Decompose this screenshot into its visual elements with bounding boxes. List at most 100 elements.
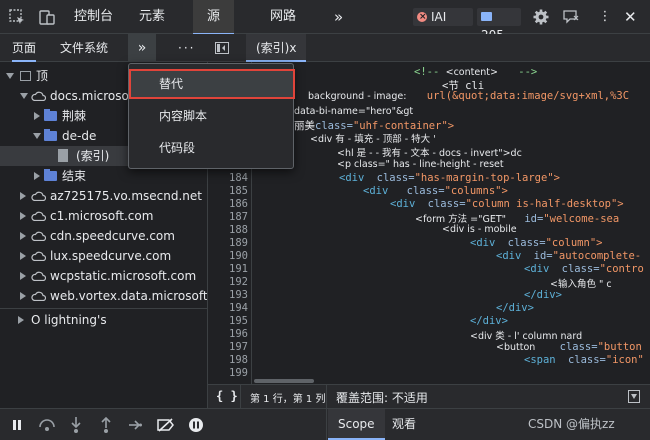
tree-label: az725175.vo.msecnd.net — [50, 189, 202, 203]
collapse-arrow-icon[interactable] — [20, 212, 26, 220]
code-line: <div class="contro — [524, 263, 644, 275]
tab-network[interactable]: 网路 — [270, 0, 296, 34]
file-tab-index[interactable]: (索引)x — [246, 34, 307, 62]
issues-badge[interactable]: IAI — [413, 8, 473, 26]
line-number: 187 — [229, 211, 248, 223]
cloud-icon — [31, 231, 46, 241]
code-line: <hl 是 - - 我有 - 文本 - docs - invert">dc — [337, 148, 522, 159]
expand-arrow-icon[interactable] — [6, 73, 14, 79]
code-line: <div class="column is-half-desktop"> — [390, 198, 624, 210]
step-over-icon[interactable] — [38, 418, 56, 432]
tree-item-domain[interactable]: web.vortex.data.microsoft.co — [0, 286, 207, 306]
tree-item-lightning[interactable]: O lightning's — [0, 310, 207, 330]
pause-icon[interactable] — [12, 420, 22, 430]
toggle-navigator-icon[interactable] — [215, 42, 229, 54]
collapse-arrow-icon[interactable] — [34, 112, 40, 120]
settings-gear-icon[interactable] — [532, 8, 550, 26]
tab-sources[interactable]: 源 — [193, 0, 235, 35]
collapse-arrow-icon[interactable] — [20, 252, 26, 260]
line-number: 189 — [229, 237, 248, 249]
collapse-arrow-icon[interactable] — [18, 316, 24, 324]
menu-item-snippets[interactable]: 代码段 — [129, 133, 295, 163]
navigator-menu-icon[interactable]: ··· — [178, 34, 195, 62]
menu-item-content-scripts[interactable]: 内容脚本 — [129, 101, 295, 131]
messages-badge[interactable]: 205 — [477, 8, 521, 42]
code-line: <!-- <content> --> — [414, 66, 538, 78]
watermark-text: CSDN @偏执zz — [528, 417, 615, 431]
coverage-status: 覆盖范围: 不适用 — [336, 391, 428, 405]
deactivate-breakpoints-icon[interactable] — [156, 418, 176, 432]
frame-icon — [20, 71, 31, 81]
tab-watch[interactable]: 观看 — [392, 409, 416, 440]
code-line: <div 有 - 填充 - 顶部 - 特大 ' — [310, 134, 436, 145]
expand-arrow-icon[interactable] — [20, 93, 28, 99]
line-number: 192 — [229, 276, 248, 288]
tree-item-domain[interactable]: wcpstatic.microsoft.com — [0, 266, 207, 286]
collapse-arrow-icon[interactable] — [20, 292, 26, 300]
tab-elements[interactable]: 元素 — [139, 0, 165, 34]
line-number: 199 — [229, 367, 248, 379]
tree-label: c1.microsoft.com — [50, 209, 154, 223]
error-icon — [417, 8, 427, 26]
file-tab-close[interactable]: x — [289, 41, 296, 55]
drawer-toggle-icon[interactable] — [628, 390, 640, 403]
tree-item-domain[interactable]: cdn.speedcurve.com — [0, 226, 207, 246]
tree-label: docs.microsof — [50, 89, 134, 103]
line-number: 194 — [229, 302, 248, 314]
editor-status-bar: { } 第 1 行，第 1 列 覆盖范围: 不适用 — [208, 384, 650, 408]
more-options-icon[interactable]: ⋮ — [596, 0, 614, 34]
tree-label: de-de — [62, 129, 97, 143]
tree-item-domain[interactable]: az725175.vo.msecnd.net — [0, 186, 207, 206]
tab-page[interactable]: 页面 — [12, 34, 37, 62]
tree-item-folder-end[interactable]: 结束 — [0, 166, 207, 186]
menu-item-overrides[interactable]: 替代 — [129, 69, 295, 99]
folder-icon — [44, 109, 57, 121]
step-into-icon[interactable] — [70, 417, 82, 433]
tree-label: 荆棘 — [62, 109, 87, 123]
line-number: 196 — [229, 328, 248, 340]
pretty-print-button[interactable]: { } — [216, 389, 238, 403]
line-number: 184 — [229, 172, 248, 184]
step-icon[interactable] — [128, 418, 142, 432]
code-line: <div is - mobile — [442, 224, 517, 235]
step-out-icon[interactable] — [100, 417, 112, 433]
tree-label: lux.speedcurve.com — [50, 249, 172, 263]
code-line: <div class="has-margin-top-large"> — [339, 172, 560, 184]
issues-label: IAI — [431, 10, 447, 24]
tab-scope[interactable]: Scope — [328, 409, 385, 440]
scrollbar-thumb[interactable] — [254, 379, 314, 383]
expand-arrow-icon[interactable] — [33, 133, 41, 139]
collapse-arrow-icon[interactable] — [34, 172, 40, 180]
code-line: <button class="button — [496, 341, 642, 353]
line-number: 186 — [229, 198, 248, 210]
feedback-icon[interactable] — [562, 8, 580, 26]
line-number: 193 — [229, 289, 248, 301]
tab-filesystem[interactable]: 文件系统 — [60, 34, 108, 62]
cloud-icon — [31, 291, 46, 301]
collapse-arrow-icon[interactable] — [20, 272, 26, 280]
more-panes-button[interactable]: » — [128, 34, 156, 62]
device-toolbar-icon[interactable] — [38, 8, 56, 26]
line-number: 195 — [229, 315, 248, 327]
tree-label: O lightning's — [31, 313, 107, 327]
code-line: <form 方法 ="GET" id="welcome-sea — [415, 213, 620, 225]
file-tab-label: (索引) — [256, 41, 290, 55]
line-number: 190 — [229, 250, 248, 262]
tree-item-domain[interactable]: c1.microsoft.com — [0, 206, 207, 226]
cloud-icon — [31, 191, 46, 201]
collapse-arrow-icon[interactable] — [20, 232, 26, 240]
tab-console[interactable]: 控制台 — [74, 0, 113, 34]
collapse-arrow-icon[interactable] — [20, 192, 26, 200]
more-tabs-button[interactable]: » — [334, 0, 343, 34]
tree-label: wcpstatic.microsoft.com — [50, 269, 197, 283]
code-line: <span class="icon" — [524, 354, 644, 366]
code-line: </div> — [524, 289, 562, 301]
pause-on-exceptions-icon[interactable] — [188, 417, 204, 433]
tree-item-domain[interactable]: lux.speedcurve.com — [0, 246, 207, 266]
inspect-element-icon[interactable] — [8, 8, 26, 26]
tree-label: 结束 — [62, 169, 87, 183]
code-line: <div 类 - l' column nard — [470, 331, 583, 342]
status-divider — [240, 385, 241, 408]
close-devtools-button[interactable]: ✕ — [624, 0, 637, 34]
cloud-icon — [31, 91, 46, 101]
